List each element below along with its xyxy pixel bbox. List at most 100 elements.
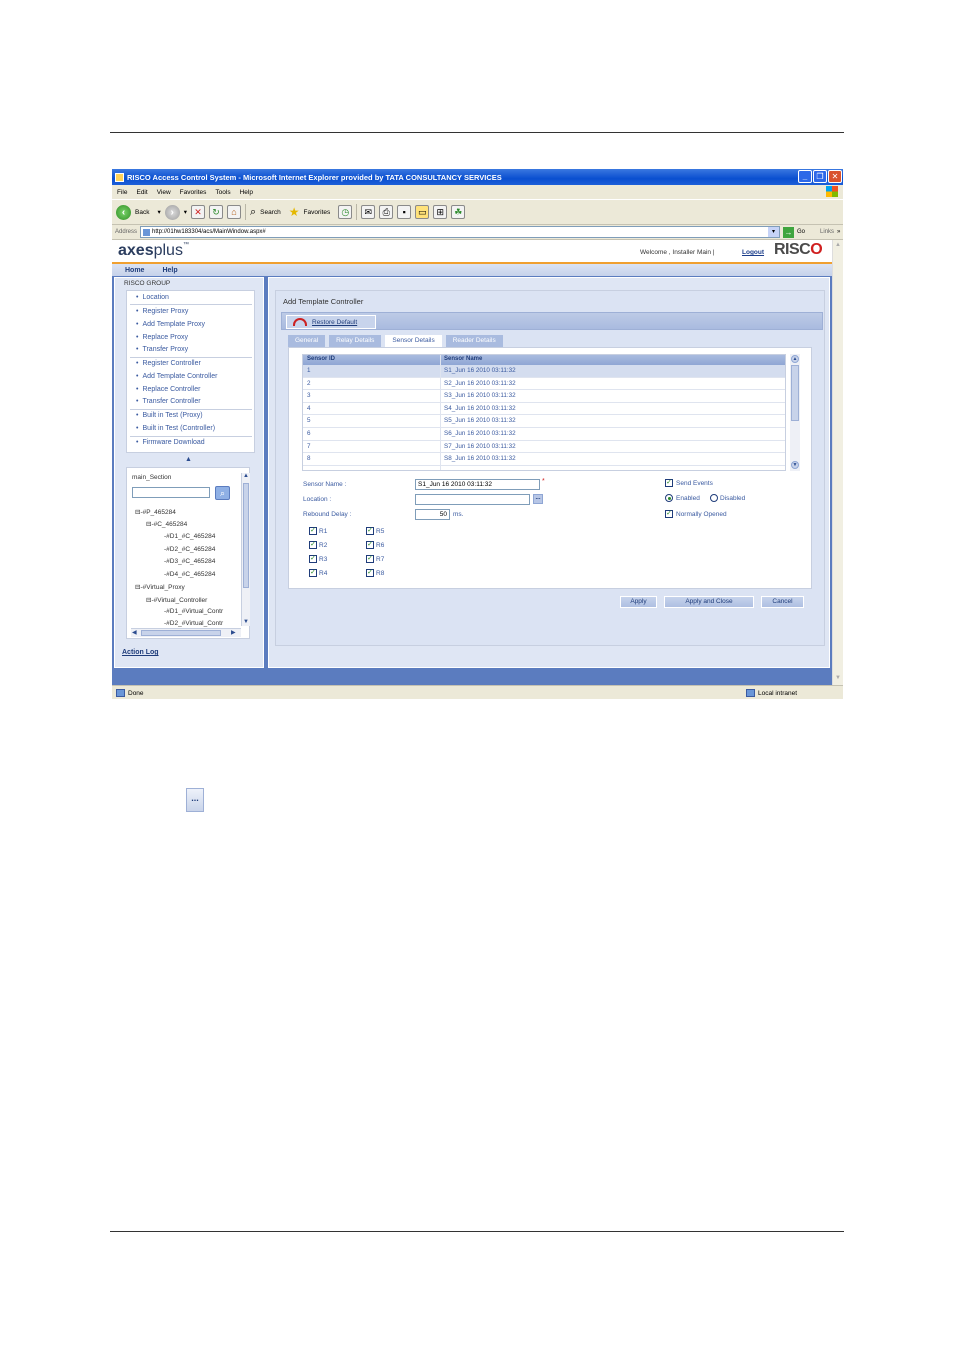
table-row[interactable]: 3 S3_Jun 16 2010 03:11:32 <box>303 390 785 403</box>
go-arrow-icon[interactable]: → <box>783 226 795 238</box>
sidebar-item-replace-proxy[interactable]: Replace Proxy <box>136 334 188 341</box>
sidebar-item-register-controller[interactable]: Register Controller <box>136 360 200 367</box>
tree-node-door[interactable]: -#D2_#Virtual_Contr <box>164 620 223 627</box>
messenger-icon[interactable]: ☘ <box>451 205 466 219</box>
scroll-left-icon[interactable]: ◀ <box>132 629 137 636</box>
maximize-button[interactable]: ❐ <box>813 170 827 183</box>
rebound-delay-input[interactable]: 50 <box>415 509 450 520</box>
apply-and-close-button[interactable]: Apply and Close <box>664 596 754 608</box>
scroll-up-icon[interactable]: ▲ <box>791 355 799 363</box>
forward-arrow-icon[interactable]: › <box>164 204 180 220</box>
search-icon[interactable]: ⌕ <box>215 486 230 500</box>
address-input[interactable]: http://01hw183304/acs/MainWindow.aspx# ▾ <box>140 226 781 238</box>
scroll-right-icon[interactable]: ▶ <box>231 629 236 636</box>
table-row[interactable]: 5 S5_Jun 16 2010 03:11:32 <box>303 415 785 428</box>
tree-node-proxy[interactable]: ⊟-#P_465284 <box>135 508 176 516</box>
back-dropdown-icon[interactable]: ▾ <box>157 208 160 216</box>
apply-button[interactable]: Apply <box>620 596 657 608</box>
table-row[interactable]: 2 S2_Jun 16 2010 03:11:32 <box>303 378 785 391</box>
relay-r2-checkbox[interactable]: ✓ <box>309 541 317 549</box>
tree-horizontal-scrollbar[interactable]: ◀ ▶ <box>131 628 241 637</box>
table-row[interactable]: 8 S8_Jun 16 2010 03:11:32 <box>303 453 785 466</box>
scroll-thumb[interactable] <box>141 630 221 636</box>
sidebar-item-add-template-proxy[interactable]: Add Template Proxy <box>136 321 205 328</box>
favorites-label[interactable]: Favorites <box>304 209 331 216</box>
sidebar-item-replace-controller[interactable]: Replace Controller <box>136 386 200 393</box>
menu-favorites[interactable]: Favorites <box>180 189 207 196</box>
sidebar-item-location[interactable]: Location <box>136 294 168 301</box>
back-arrow-icon[interactable]: ‹ <box>116 204 131 220</box>
tree-node-virtual-controller[interactable]: ⊟-#Virtual_Controller <box>146 596 207 604</box>
sidebar-item-transfer-proxy[interactable]: Transfer Proxy <box>136 346 188 353</box>
tree-node-door[interactable]: -#D2_#C_465284 <box>164 546 215 553</box>
minimize-button[interactable]: _ <box>798 170 812 183</box>
scroll-up-icon[interactable]: ▲ <box>243 473 249 479</box>
tree-node-door[interactable]: -#D4_#C_465284 <box>164 571 215 578</box>
table-row[interactable]: 7 S7_Jun 16 2010 03:11:32 <box>303 441 785 454</box>
disabled-radio[interactable] <box>710 494 718 502</box>
relay-r5-checkbox[interactable]: ✓ <box>366 527 374 535</box>
scroll-thumb[interactable] <box>791 365 799 421</box>
search-icon[interactable]: ⌕ <box>250 206 256 219</box>
nav-help[interactable]: Help <box>162 267 177 274</box>
tree-node-door[interactable]: -#D1_#Virtual_Contr <box>164 608 223 615</box>
location-input[interactable] <box>415 494 530 505</box>
relay-r1-checkbox[interactable]: ✓ <box>309 527 317 535</box>
relay-r6-checkbox[interactable]: ✓ <box>366 541 374 549</box>
refresh-icon[interactable]: ↻ <box>208 205 223 219</box>
enabled-radio[interactable] <box>665 494 673 502</box>
restore-default-button[interactable]: Restore Default <box>286 315 376 329</box>
close-button[interactable]: ✕ <box>828 170 842 183</box>
tree-node-controller[interactable]: ⊟-#C_465284 <box>146 520 187 528</box>
address-dropdown-icon[interactable]: ▾ <box>768 227 780 237</box>
links-label[interactable]: Links <box>820 229 834 235</box>
tab-sensor-details[interactable]: Sensor Details <box>385 335 442 347</box>
tree-node-virtual-proxy[interactable]: ⊟-#Virtual_Proxy <box>135 583 185 591</box>
forward-dropdown-icon[interactable]: ▾ <box>184 208 187 216</box>
menu-view[interactable]: View <box>157 189 171 196</box>
tab-relay-details[interactable]: Relay Details <box>329 335 382 347</box>
scroll-up-icon[interactable]: ▲ <box>835 242 841 248</box>
edit-icon[interactable]: ▪ <box>397 205 412 219</box>
tree-node-door[interactable]: -#D1_#C_465284 <box>164 533 215 540</box>
nav-home[interactable]: Home <box>125 267 144 274</box>
scroll-down-icon[interactable]: ▼ <box>243 619 249 625</box>
relay-r3-checkbox[interactable]: ✓ <box>309 555 317 563</box>
go-button[interactable]: Go <box>797 229 805 235</box>
back-label[interactable]: Back <box>135 209 149 216</box>
tree-vertical-scrollbar[interactable]: ▲ ▼ <box>241 473 250 626</box>
collapse-arrow-icon[interactable]: ▲ <box>185 456 192 463</box>
sidebar-item-transfer-controller[interactable]: Transfer Controller <box>136 398 200 405</box>
browse-button-illustration[interactable]: ... <box>186 788 204 812</box>
history-icon[interactable]: ◷ <box>338 205 353 219</box>
table-row[interactable]: 6 S6_Jun 16 2010 03:11:32 <box>303 428 785 441</box>
mail-icon[interactable]: ✉ <box>361 205 376 219</box>
home-icon[interactable]: ⌂ <box>226 205 241 219</box>
normally-opened-checkbox[interactable]: ✓ <box>665 510 673 518</box>
relay-r8-checkbox[interactable]: ✓ <box>366 569 374 577</box>
scroll-thumb[interactable] <box>243 483 249 588</box>
tree-search-input[interactable] <box>132 487 210 498</box>
scroll-down-icon[interactable]: ▼ <box>791 461 799 469</box>
print-icon[interactable]: ⎙ <box>379 205 394 219</box>
sidebar-item-firmware-download[interactable]: Firmware Download <box>136 439 204 446</box>
page-scrollbar[interactable]: ▲ ▼ <box>832 240 843 685</box>
links-more-icon[interactable]: » <box>837 229 840 235</box>
action-log-link[interactable]: Action Log <box>122 649 159 656</box>
send-events-checkbox[interactable]: ✓ <box>665 479 673 487</box>
sidebar-item-bit-controller[interactable]: Built in Test (Controller) <box>136 425 215 432</box>
menu-tools[interactable]: Tools <box>215 189 230 196</box>
logout-link[interactable]: Logout <box>742 249 764 256</box>
scroll-down-icon[interactable]: ▼ <box>835 675 841 681</box>
sidebar-item-bit-proxy[interactable]: Built in Test (Proxy) <box>136 412 202 419</box>
table-row[interactable]: 4 S4_Jun 16 2010 03:11:32 <box>303 403 785 416</box>
stop-icon[interactable]: ✕ <box>190 205 205 219</box>
table-row[interactable]: 1 S1_Jun 16 2010 03:11:32 <box>303 365 785 378</box>
cancel-button[interactable]: Cancel <box>761 596 804 608</box>
sensor-name-input[interactable]: S1_Jun 16 2010 03:11:32 <box>415 479 540 490</box>
tab-general[interactable]: General <box>288 335 326 347</box>
location-browse-button[interactable]: ... <box>533 494 543 504</box>
column-sensor-id[interactable]: Sensor ID <box>307 356 335 362</box>
menu-edit[interactable]: Edit <box>136 189 147 196</box>
grid-scrollbar[interactable]: ▲ ▼ <box>790 354 800 471</box>
